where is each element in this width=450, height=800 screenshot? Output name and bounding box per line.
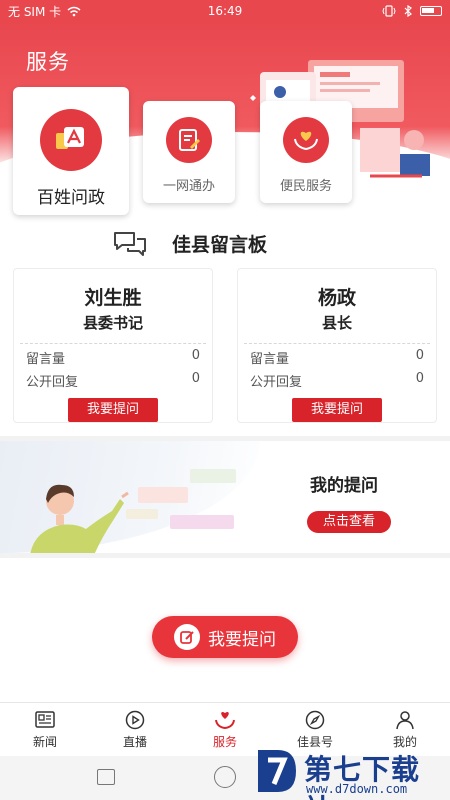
official-card-county-head: 杨政 县长 留言量 0 公开回复 0 我要提问 bbox=[237, 268, 437, 423]
stat-label: 留言量 bbox=[26, 352, 66, 367]
nav-item-news[interactable]: 新闻 bbox=[0, 703, 90, 756]
service-label: 一网通办 bbox=[162, 179, 215, 194]
nav-item-live[interactable]: 直播 bbox=[90, 703, 180, 756]
clock: 16:49 bbox=[207, 4, 243, 18]
newspaper-icon bbox=[34, 710, 56, 730]
divider bbox=[20, 343, 206, 344]
stat-row-messages: 留言量 0 bbox=[14, 348, 212, 367]
person-icon bbox=[394, 710, 416, 730]
stat-row-replies: 公开回复 0 bbox=[238, 371, 436, 390]
official-card-secretary: 刘生胜 县委书记 留言量 0 公开回复 0 我要提问 bbox=[13, 268, 213, 423]
stat-row-replies: 公开回复 0 bbox=[14, 371, 212, 390]
ask-question-label: 我要提问 bbox=[208, 629, 276, 650]
heart-hands-icon bbox=[283, 117, 329, 163]
bluetooth-icon bbox=[404, 5, 412, 17]
wifi-icon bbox=[67, 6, 81, 16]
ask-question-button[interactable]: 我要提问 bbox=[292, 398, 382, 422]
heart-hand-icon bbox=[214, 710, 236, 730]
stat-value: 0 bbox=[415, 348, 424, 363]
watermark: 第七下载站 www.d7down.com bbox=[252, 744, 448, 800]
letter-a-chat-icon bbox=[40, 109, 102, 171]
service-card-baixing-wenzheng[interactable]: 百姓问政 bbox=[13, 87, 129, 215]
stat-row-messages: 留言量 0 bbox=[238, 348, 436, 367]
divider bbox=[244, 343, 430, 344]
vibrate-icon bbox=[382, 5, 396, 17]
compass-icon bbox=[304, 710, 326, 730]
recent-apps-button[interactable] bbox=[97, 769, 115, 785]
official-name: 刘生胜 bbox=[84, 287, 142, 309]
my-questions-title: 我的提问 bbox=[310, 476, 378, 496]
service-card-bianmin-fuwu[interactable]: 便民服务 bbox=[260, 101, 352, 203]
page-title: 服务 bbox=[26, 50, 70, 74]
edit-pen-icon bbox=[174, 624, 200, 650]
my-questions-banner[interactable]: 我的提问 点击查看 bbox=[0, 436, 450, 558]
status-left: 无 SIM 卡 bbox=[8, 3, 158, 20]
ask-question-floating-button[interactable]: 我要提问 bbox=[152, 616, 298, 658]
stat-label: 公开回复 bbox=[26, 375, 79, 390]
chat-bubbles-icon bbox=[114, 232, 146, 256]
person-thinking-illustration bbox=[30, 469, 236, 553]
stat-value: 0 bbox=[415, 371, 424, 386]
stat-value: 0 bbox=[191, 348, 200, 363]
status-right bbox=[292, 5, 442, 17]
official-title: 县长 bbox=[321, 314, 352, 332]
official-title: 县委书记 bbox=[82, 314, 143, 332]
home-button[interactable] bbox=[214, 766, 236, 788]
official-name: 杨政 bbox=[317, 287, 356, 309]
watermark-url: www.d7down.com bbox=[306, 782, 408, 796]
nav-label: 直播 bbox=[122, 734, 147, 749]
view-button[interactable]: 点击查看 bbox=[307, 511, 391, 533]
service-card-yiwang-tongban[interactable]: 一网通办 bbox=[143, 101, 235, 203]
stat-label: 公开回复 bbox=[250, 375, 303, 390]
ask-question-button[interactable]: 我要提问 bbox=[68, 398, 158, 422]
stat-value: 0 bbox=[191, 371, 200, 386]
play-icon bbox=[124, 710, 146, 730]
document-pen-icon bbox=[166, 117, 212, 163]
d7-logo-icon bbox=[258, 750, 296, 792]
nav-label: 新闻 bbox=[32, 734, 57, 749]
nav-label: 服务 bbox=[212, 734, 237, 749]
carrier-text: 无 SIM 卡 bbox=[8, 4, 62, 19]
stat-label: 留言量 bbox=[250, 352, 290, 367]
message-board-heading: 佳县留言板 bbox=[0, 228, 450, 260]
service-label: 百姓问政 bbox=[37, 188, 105, 208]
status-bar: 无 SIM 卡 16:49 bbox=[0, 0, 450, 22]
service-label: 便民服务 bbox=[279, 179, 332, 194]
board-title: 佳县留言板 bbox=[172, 234, 268, 256]
battery-icon bbox=[420, 6, 442, 16]
